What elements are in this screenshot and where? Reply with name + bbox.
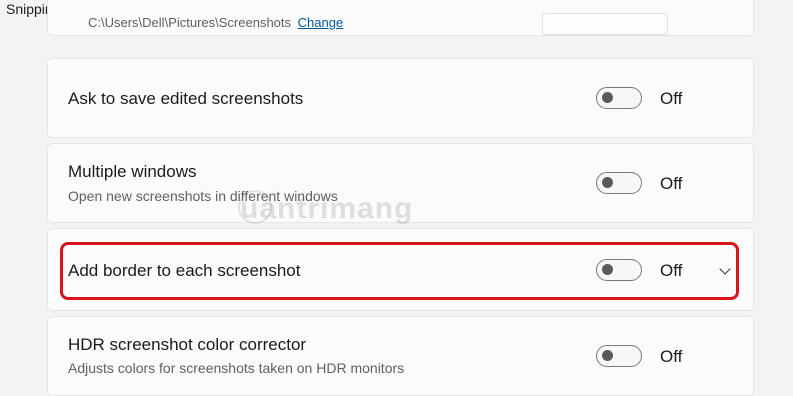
highlight-box [60,242,739,300]
toggle-state: Off [660,89,683,108]
setting-label: Ask to save edited screenshots [68,89,304,108]
toggle-knob [602,177,613,188]
setting-label: Multiple windows [68,162,197,181]
ask-to-save-toggle[interactable] [596,87,642,109]
toggle-state: Off [660,174,683,193]
hdr-color-corrector-toggle[interactable] [596,345,642,367]
setting-card-hdr-color-corrector: HDR screenshot color corrector Adjusts c… [47,316,754,396]
toggle-knob [602,92,613,103]
screenshot-folder-card: C:\Users\Dell\Pictures\Screenshots Chang… [47,0,754,36]
change-folder-link[interactable]: Change [298,15,344,30]
toggle-state: Off [660,347,683,366]
setting-description: Adjusts colors for screenshots taken on … [68,360,405,376]
setting-card-ask-to-save: Ask to save edited screenshots Off [47,58,754,138]
setting-label: HDR screenshot color corrector [68,335,307,354]
screenshot-folder-path: C:\Users\Dell\Pictures\Screenshots Chang… [88,15,344,30]
open-folder-button[interactable] [542,13,668,35]
watermark-text: uantrimang [240,192,414,225]
multiple-windows-toggle[interactable] [596,172,642,194]
toggle-knob [602,350,613,361]
